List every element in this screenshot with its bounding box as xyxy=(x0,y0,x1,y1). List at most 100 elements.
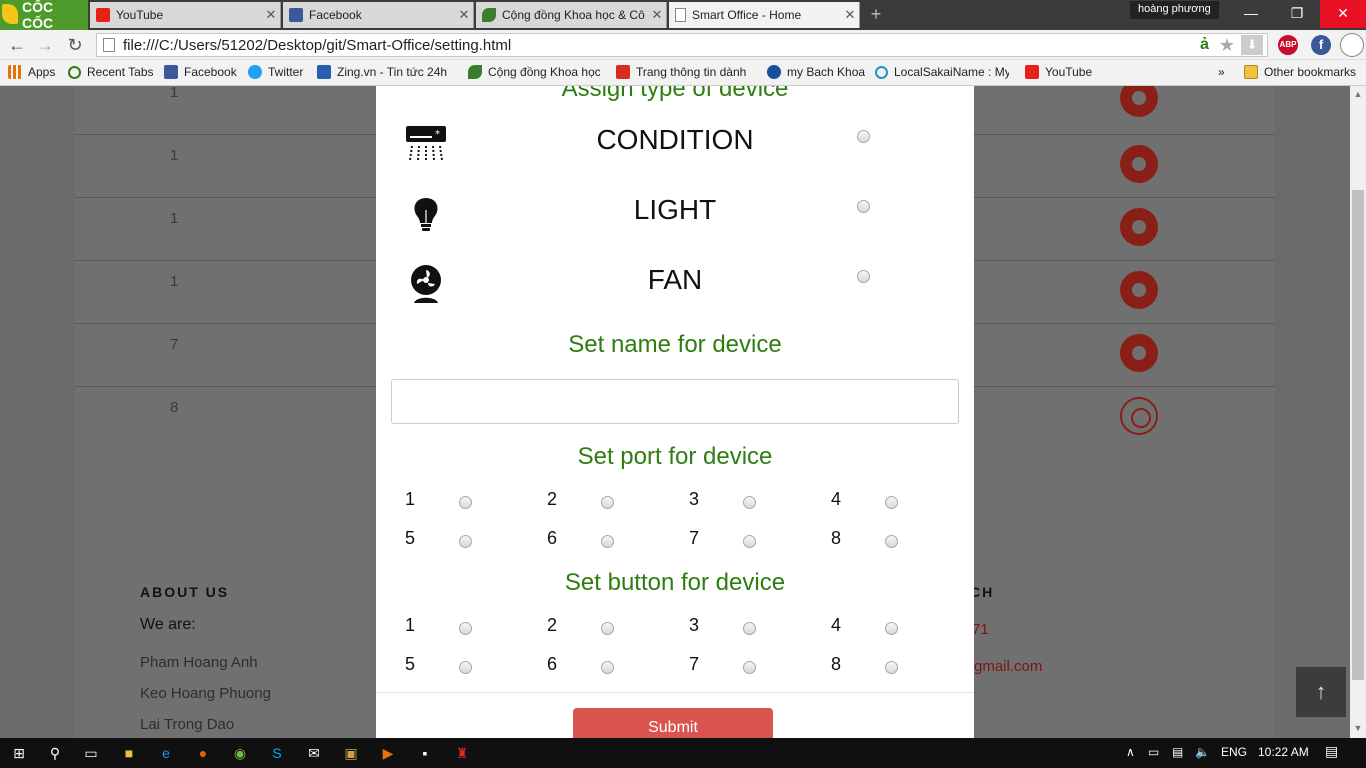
more-bookmarks-button[interactable]: » xyxy=(1218,65,1225,79)
page-scrollbar[interactable]: ▲ ▼ xyxy=(1350,86,1366,738)
close-window-button[interactable]: ✕ xyxy=(1320,0,1366,28)
button-radio-4[interactable] xyxy=(885,622,898,635)
volume-icon[interactable]: 🔈 xyxy=(1195,745,1210,759)
app-icon[interactable]: ▣ xyxy=(340,742,362,764)
port-radio-3[interactable] xyxy=(743,496,756,509)
reload-button[interactable]: ↻ xyxy=(64,34,86,56)
type-radio-fan[interactable] xyxy=(857,270,870,283)
bookmark-cong-dong[interactable]: Cộng đồng Khoa học xyxy=(468,65,600,79)
profile-name[interactable]: hoàng phương xyxy=(1130,1,1219,19)
browser-logo[interactable]: CỐC CỐC xyxy=(0,0,88,31)
mail-icon[interactable]: ✉ xyxy=(303,742,325,764)
button-radio-3[interactable] xyxy=(743,622,756,635)
coccoc-dictionary-icon[interactable]: ả xyxy=(1200,36,1209,54)
back-button[interactable]: ← xyxy=(6,34,28,56)
new-tab-button[interactable]: + xyxy=(866,5,886,23)
bookmark-recent-tabs[interactable]: Recent Tabs xyxy=(68,65,154,79)
button-radio-2[interactable] xyxy=(601,622,614,635)
coccoc-taskbar-icon[interactable]: ◉ xyxy=(229,742,251,764)
port-radio-7[interactable] xyxy=(743,535,756,548)
port-radio-1[interactable] xyxy=(459,496,472,509)
device-status-icon[interactable] xyxy=(1120,334,1158,372)
contact-phone[interactable]: 71 xyxy=(972,621,989,638)
skype-icon[interactable]: S xyxy=(266,742,288,764)
tab-smart-office[interactable]: Smart Office - Home ✕ xyxy=(669,2,860,28)
minimize-button[interactable]: — xyxy=(1228,0,1274,28)
back-to-top-button[interactable]: ↑ xyxy=(1296,667,1346,717)
bookmark-apps[interactable]: Apps xyxy=(8,65,55,79)
device-status-icon[interactable] xyxy=(1120,145,1158,183)
scroll-up-arrow[interactable]: ▲ xyxy=(1350,88,1366,100)
device-status-icon[interactable] xyxy=(1120,271,1158,309)
file-explorer-icon[interactable]: ■ xyxy=(118,742,140,764)
device-status-icon[interactable] xyxy=(1120,208,1158,246)
scrollbar-thumb[interactable] xyxy=(1352,190,1364,680)
device-status-icon[interactable] xyxy=(1120,397,1158,435)
search-icon[interactable]: ⚲ xyxy=(44,742,66,764)
star-icon[interactable]: ★ xyxy=(1219,35,1235,56)
port-label: 2 xyxy=(547,489,558,509)
other-bookmarks[interactable]: Other bookmarks xyxy=(1244,65,1356,79)
bookmark-mybk[interactable]: my Bach Khoa xyxy=(767,65,865,79)
contact-email[interactable]: gmail.com xyxy=(974,658,1042,675)
network-icon[interactable]: ▤ xyxy=(1172,745,1183,759)
button-radio-8[interactable] xyxy=(885,661,898,674)
task-view-icon[interactable]: ▭ xyxy=(80,742,102,764)
button-radio-1[interactable] xyxy=(459,622,472,635)
port-radio-2[interactable] xyxy=(601,496,614,509)
tab-facebook[interactable]: Facebook ✕ xyxy=(283,2,474,28)
port-radio-5[interactable] xyxy=(459,535,472,548)
address-bar[interactable]: file:///C:/Users/51202/Desktop/git/Smart… xyxy=(96,33,1268,57)
type-radio-light[interactable] xyxy=(857,200,870,213)
close-tab-icon[interactable]: ✕ xyxy=(841,7,859,23)
tray-overflow-icon[interactable]: ∧ xyxy=(1126,745,1135,759)
page-icon xyxy=(103,38,115,52)
submit-button[interactable]: Submit xyxy=(573,708,773,738)
device-type-condition[interactable]: * CONDITION xyxy=(376,118,974,168)
bookmark-facebook[interactable]: Facebook xyxy=(164,65,237,79)
device-name-input[interactable] xyxy=(391,379,959,424)
port-radio-4[interactable] xyxy=(885,496,898,509)
command-prompt-icon[interactable]: ▪ xyxy=(414,742,436,764)
adblock-plus-icon[interactable]: ABP xyxy=(1278,35,1298,55)
notifications-icon[interactable]: ▤ xyxy=(1325,743,1338,760)
scroll-down-arrow[interactable]: ▼ xyxy=(1350,722,1366,734)
bookmark-twitter[interactable]: Twitter xyxy=(248,65,303,79)
language-indicator[interactable]: ENG xyxy=(1221,745,1247,759)
bookmark-zing[interactable]: Zing.vn - Tin tức 24h, xyxy=(317,65,447,79)
battery-icon[interactable]: ▭ xyxy=(1148,745,1159,759)
port-radio-6[interactable] xyxy=(601,535,614,548)
bookmark-label: my Bach Khoa xyxy=(787,65,866,79)
close-tab-icon[interactable]: ✕ xyxy=(262,7,280,23)
bookmark-youtube[interactable]: YouTube xyxy=(1025,65,1092,79)
button-label: 7 xyxy=(689,654,700,674)
media-player-icon[interactable]: ▶ xyxy=(377,742,399,764)
device-type-fan[interactable]: FAN xyxy=(376,258,974,308)
button-radio-7[interactable] xyxy=(743,661,756,674)
bookmark-sakai[interactable]: LocalSakaiName : My xyxy=(875,65,1009,79)
bookmark-label: YouTube xyxy=(1045,65,1093,79)
button-radio-5[interactable] xyxy=(459,661,472,674)
firefox-icon[interactable]: ● xyxy=(192,742,214,764)
close-tab-icon[interactable]: ✕ xyxy=(648,7,666,23)
bookmark-gk[interactable]: Trang thông tin dành xyxy=(616,65,750,79)
clock[interactable]: 10:22 AM xyxy=(1258,745,1309,759)
type-radio-condition[interactable] xyxy=(857,130,870,143)
windows-start-icon[interactable]: ⊞ xyxy=(8,742,30,764)
device-status-icon[interactable] xyxy=(1120,86,1158,117)
forward-button[interactable]: → xyxy=(34,34,56,56)
restore-button[interactable]: ❐ xyxy=(1274,0,1320,28)
profile-avatar[interactable] xyxy=(1340,33,1364,57)
modal-footer-divider xyxy=(376,692,974,693)
tab-cong-dong[interactable]: Cộng đồng Khoa học & Cô ✕ xyxy=(476,2,667,28)
edge-icon[interactable]: e xyxy=(155,742,177,764)
device-type-light[interactable]: LIGHT xyxy=(376,188,974,238)
close-tab-icon[interactable]: ✕ xyxy=(455,7,473,23)
app-red-icon[interactable]: ♜ xyxy=(451,742,473,764)
tab-youtube[interactable]: YouTube ✕ xyxy=(90,2,281,28)
folder-icon xyxy=(1244,65,1258,79)
port-radio-8[interactable] xyxy=(885,535,898,548)
button-radio-6[interactable] xyxy=(601,661,614,674)
facebook-extension-icon[interactable]: f xyxy=(1311,35,1331,55)
download-icon[interactable]: ⬇ xyxy=(1241,35,1264,55)
